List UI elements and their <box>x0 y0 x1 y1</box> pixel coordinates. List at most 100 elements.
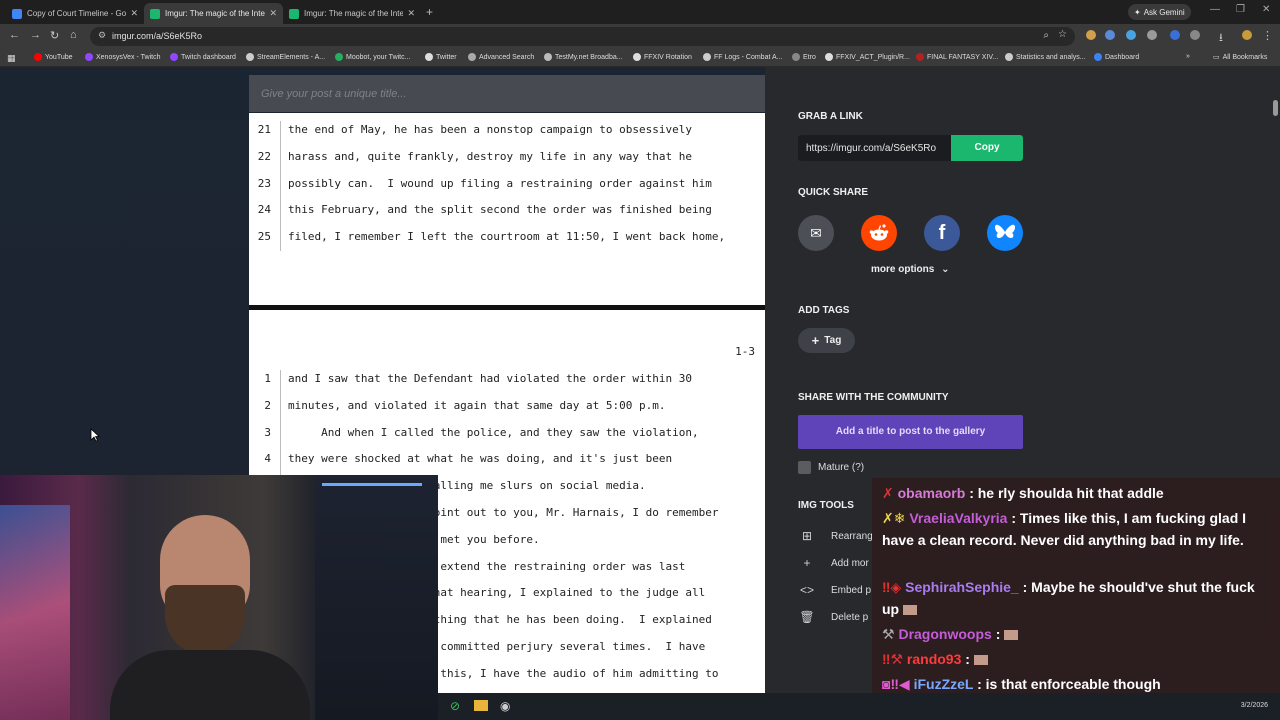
chat-message: ⚒ Dragonwoops : <box>882 623 1274 645</box>
bookmark-star-icon[interactable]: ☆ <box>1058 29 1067 40</box>
extension-icon[interactable] <box>1105 30 1115 40</box>
line-text: filed, I remember I left the courtroom a… <box>288 230 726 244</box>
line-text: harass and, quite frankly, destroy my li… <box>288 149 692 163</box>
add-tag-button[interactable]: + Tag <box>798 328 855 353</box>
reddit-share-button[interactable] <box>861 215 897 251</box>
moobot-icon <box>335 53 343 61</box>
bookmark-item[interactable]: FFXIV_ACT_Plugin/R... <box>825 53 910 61</box>
email-share-button[interactable]: ✉ <box>798 215 834 251</box>
bookmark-item[interactable]: FINAL FANTASY XIV... <box>916 53 998 61</box>
bookmark-item[interactable]: Statistics and analys... <box>1005 53 1086 61</box>
tab-imgur-active[interactable]: Imgur: The magic of the Intern ✕ <box>144 3 283 24</box>
more-bookmarks-icon[interactable]: » <box>1186 53 1190 60</box>
email-icon: ✉ <box>810 224 822 241</box>
bookmark-item[interactable]: Twitch dashboard <box>170 53 236 61</box>
tab-court-timeline[interactable]: Copy of Court Timeline - Goog ✕ <box>6 3 144 24</box>
reddit-icon <box>869 224 889 241</box>
ask-gemini-label: Ask Gemini <box>1143 7 1185 17</box>
maximize-icon[interactable]: ❐ <box>1236 4 1245 15</box>
taskbar: ⊘ ◉ 3/2/2026 <box>438 693 1280 720</box>
chat-overlay: ✗ obamaorb : he rly shoulda hit that add… <box>872 478 1280 708</box>
extension-icon[interactable] <box>1147 30 1157 40</box>
rearrange-icon: ⊞ <box>801 529 813 543</box>
embed-tool[interactable]: <> Embed p <box>798 583 871 597</box>
community-heading: SHARE WITH THE COMMUNITY <box>798 392 949 403</box>
mature-label: Mature (?) <box>818 462 865 473</box>
address-bar[interactable]: ⚙ imgur.com/a/S6eK5Ro ⌕ ☆ <box>90 27 1075 46</box>
add-more-tool[interactable]: + Add mor <box>798 556 868 570</box>
share-link-field[interactable]: https://imgur.com/a/S6eK5Ro <box>798 135 951 161</box>
tab-imgur[interactable]: Imgur: The magic of the Intern ✕ <box>283 3 421 24</box>
bookmark-item[interactable]: FFXIV Rotation <box>633 53 692 61</box>
bookmark-item[interactable]: Advanced Search <box>468 53 534 61</box>
new-tab-button[interactable]: + <box>426 5 433 19</box>
embed-icon: <> <box>799 583 814 597</box>
line-number: 21 <box>257 123 271 136</box>
streamelements-icon <box>246 53 254 61</box>
chat-message: ✗❄ VraeliaValkyria : Times like this, I … <box>882 507 1274 551</box>
app-icon[interactable]: ◉ <box>500 699 510 713</box>
tab-strip: Copy of Court Timeline - Goog ✕ Imgur: T… <box>0 0 1280 24</box>
badge-icon: ✗❄ <box>882 510 906 526</box>
document-line: 24 this February, and the split second th… <box>249 203 765 230</box>
forward-icon[interactable]: → <box>30 29 41 41</box>
extension-icon[interactable] <box>1126 30 1136 40</box>
twitch-icon <box>170 53 178 61</box>
site-info-icon[interactable]: ⚙ <box>98 30 106 41</box>
close-icon[interactable]: ✕ <box>130 8 138 19</box>
bookmark-item[interactable]: XenosysVex - Twitch <box>85 53 160 61</box>
app-icon[interactable]: ⊘ <box>450 699 460 713</box>
tab-title: Imgur: The magic of the Intern <box>165 9 266 18</box>
ask-gemini-button[interactable]: ✦ Ask Gemini <box>1128 4 1191 20</box>
home-icon[interactable]: ⌂ <box>70 29 77 41</box>
line-number: 3 <box>264 425 271 439</box>
plus-icon: + <box>811 333 820 348</box>
line-text: And when I called the police, and they s… <box>288 425 699 439</box>
chat-text: : <box>965 651 970 667</box>
facebook-share-button[interactable]: f <box>924 215 960 251</box>
apps-grid-icon[interactable]: ▦ <box>7 53 16 64</box>
window-close-icon[interactable]: ✕ <box>1262 4 1270 15</box>
bookmark-item[interactable]: StreamElements - A... <box>246 53 325 61</box>
badge-icon: ◙‼◀ <box>882 676 910 692</box>
minimize-icon[interactable]: — <box>1210 4 1220 15</box>
post-to-gallery-button[interactable]: Add a title to post to the gallery <box>798 415 1023 449</box>
copy-button[interactable]: Copy <box>951 135 1023 161</box>
more-options-button[interactable]: more options ⌄ <box>871 264 950 275</box>
line-number: 1 <box>264 372 271 385</box>
delete-tool[interactable]: 🗑 Delete p <box>798 610 868 624</box>
post-title-input[interactable]: Give your post a unique title... <box>249 75 765 112</box>
back-icon[interactable]: ← <box>9 29 20 41</box>
bookmark-item[interactable]: Twitter <box>425 53 457 61</box>
extension-icon[interactable] <box>1086 30 1096 40</box>
checkbox-box[interactable] <box>798 461 811 474</box>
twitch-icon <box>85 53 93 61</box>
extension-icon[interactable] <box>1170 30 1180 40</box>
badge-icon: ✗ <box>882 485 894 501</box>
file-explorer-icon[interactable] <box>474 700 488 711</box>
download-icon[interactable]: ⭳ <box>1219 29 1223 48</box>
extensions-puzzle-icon[interactable] <box>1190 30 1200 40</box>
bookmark-item[interactable]: FF Logs - Combat A... <box>703 53 782 61</box>
mature-checkbox[interactable]: Mature (?) <box>798 461 864 474</box>
reload-icon[interactable]: ↻ <box>50 29 59 42</box>
quick-share-heading: QUICK SHARE <box>798 187 869 198</box>
all-bookmarks[interactable]: ▭ All Bookmarks <box>1213 53 1267 62</box>
bookmark-item[interactable]: Etro <box>792 53 816 61</box>
bookmark-item[interactable]: TestMy.net Broadba... <box>544 53 623 61</box>
bookmark-item[interactable]: Dashboard <box>1094 53 1139 61</box>
bookmark-item[interactable]: YouTube <box>34 53 73 61</box>
profile-icon[interactable] <box>1242 30 1252 40</box>
bookmark-item[interactable]: Moobot, your Twitc... <box>335 53 410 61</box>
rearrange-tool[interactable]: ⊞ Rearrang <box>798 529 873 543</box>
page-scrollbar[interactable] <box>1273 100 1278 116</box>
close-icon[interactable]: ✕ <box>407 8 415 19</box>
bluesky-share-button[interactable] <box>987 215 1023 251</box>
chat-message: ◙‼◀ iFuzZzeL : is that enforceable thoug… <box>882 673 1274 695</box>
gemini-icon: ✦ <box>1134 7 1141 17</box>
tab-title: Copy of Court Timeline - Goog <box>27 9 127 18</box>
menu-icon[interactable]: ⋮ <box>1262 29 1273 42</box>
trash-icon: 🗑 <box>799 610 815 624</box>
zoom-icon[interactable]: ⌕ <box>1043 30 1049 41</box>
close-icon[interactable]: ✕ <box>269 8 277 19</box>
